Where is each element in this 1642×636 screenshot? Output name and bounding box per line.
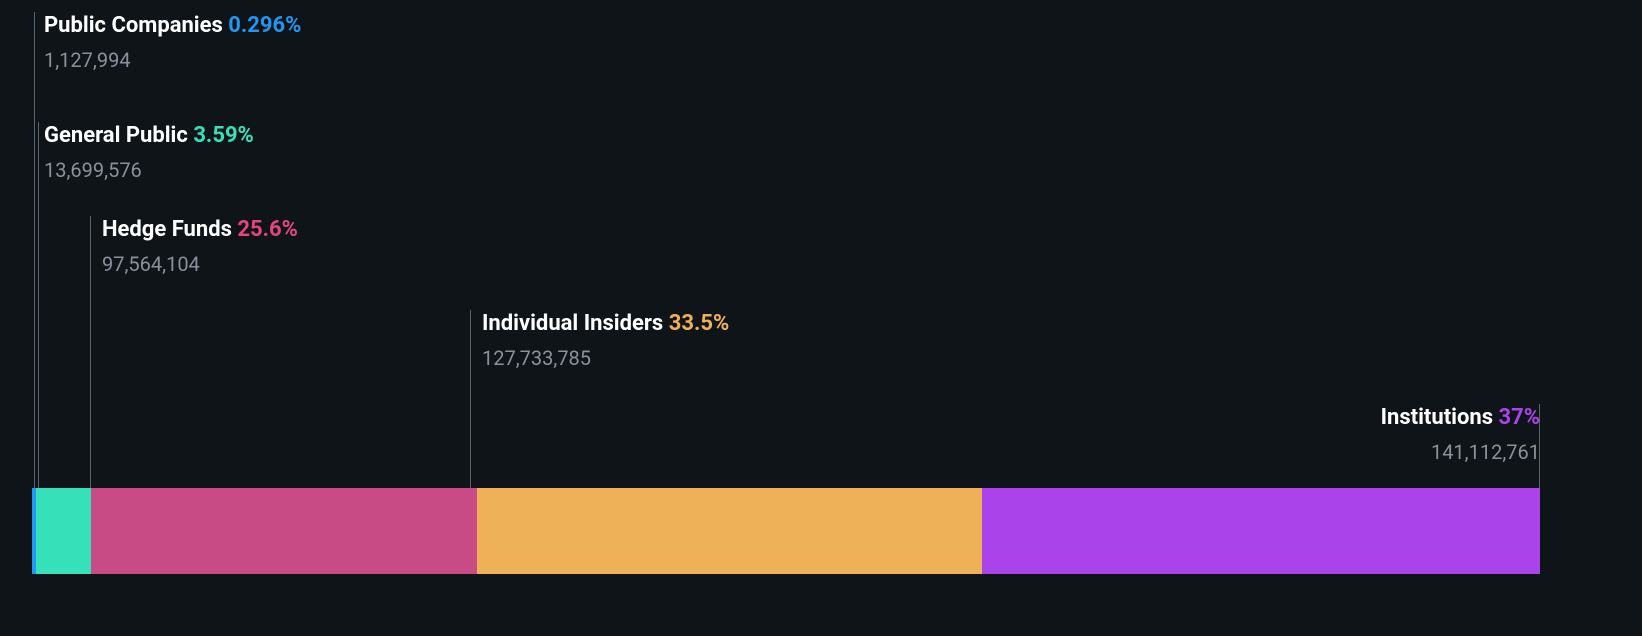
segment-name: Individual Insiders bbox=[482, 311, 663, 336]
segment-percent: 3.59% bbox=[193, 123, 254, 148]
segment-shares: 141,112,761 bbox=[1381, 439, 1540, 465]
leader-line bbox=[38, 122, 39, 488]
segment-name: Hedge Funds bbox=[102, 217, 232, 242]
leader-line bbox=[34, 12, 35, 488]
bar-segment bbox=[36, 488, 90, 574]
segment-label-institutions: Institutions 37% 141,112,761 bbox=[1381, 404, 1540, 465]
segment-label-public-companies: Public Companies 0.296% 1,127,994 bbox=[44, 12, 301, 73]
leader-line bbox=[90, 216, 91, 488]
segment-shares: 127,733,785 bbox=[482, 345, 729, 371]
segment-shares: 1,127,994 bbox=[44, 47, 301, 73]
segment-percent: 25.6% bbox=[237, 217, 298, 242]
segment-title: Institutions 37% bbox=[1381, 404, 1540, 433]
segment-title: Public Companies 0.296% bbox=[44, 12, 301, 41]
ownership-breakdown-chart: Public Companies 0.296% 1,127,994 Genera… bbox=[32, 0, 1540, 636]
segment-label-hedge-funds: Hedge Funds 25.6% 97,564,104 bbox=[102, 216, 298, 277]
segment-percent: 33.5% bbox=[669, 311, 730, 336]
segment-name: Public Companies bbox=[44, 13, 223, 38]
segment-label-individual-insiders: Individual Insiders 33.5% 127,733,785 bbox=[482, 310, 729, 371]
segment-percent: 37% bbox=[1498, 405, 1540, 430]
segment-title: Individual Insiders 33.5% bbox=[482, 310, 729, 339]
segment-name: Institutions bbox=[1381, 405, 1493, 430]
bar-segment bbox=[91, 488, 477, 574]
segment-label-general-public: General Public 3.59% 13,699,576 bbox=[44, 122, 254, 183]
segment-name: General Public bbox=[44, 123, 188, 148]
bar-segment bbox=[982, 488, 1540, 574]
segment-shares: 97,564,104 bbox=[102, 251, 298, 277]
segment-shares: 13,699,576 bbox=[44, 157, 254, 183]
segment-percent: 0.296% bbox=[228, 13, 301, 38]
leader-line bbox=[470, 310, 471, 488]
chart-labels-area: Public Companies 0.296% 1,127,994 Genera… bbox=[32, 0, 1540, 488]
segment-title: General Public 3.59% bbox=[44, 122, 254, 151]
stacked-bar bbox=[32, 488, 1540, 574]
bar-segment bbox=[477, 488, 982, 574]
segment-title: Hedge Funds 25.6% bbox=[102, 216, 298, 245]
